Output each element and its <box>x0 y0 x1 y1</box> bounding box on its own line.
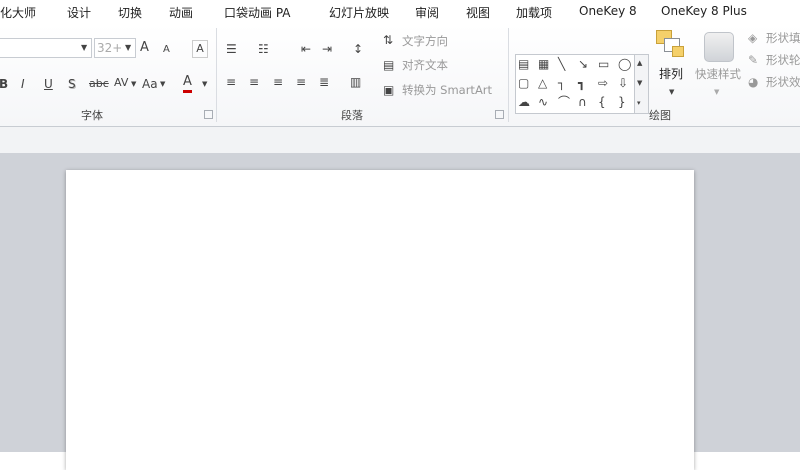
ribbon: ▼ 32+ ▼ A A A B I U S abc AV ▼ Aa ▼ A ▼ … <box>0 24 800 127</box>
arrow-line-shape[interactable]: ↘ <box>578 56 588 72</box>
effects-icon: ◕ <box>748 75 759 89</box>
text-box-shape[interactable]: ▤ <box>518 56 529 72</box>
columns-icon[interactable]: ▥ <box>350 74 361 90</box>
font-name-combo[interactable]: ▼ <box>0 38 92 58</box>
tab-pocket-animation[interactable]: 口袋动画 PA <box>224 4 291 21</box>
drawing-group-label: 绘图 <box>649 109 671 122</box>
chevron-down-icon: ▼ <box>160 80 166 88</box>
cloud-shape[interactable]: ☁ <box>518 94 530 110</box>
tab-animations[interactable]: 动画 <box>169 4 193 21</box>
ribbon-bottom-gap <box>0 127 800 153</box>
oval-shape[interactable]: ◯ <box>618 56 631 72</box>
font-color-button[interactable]: A <box>183 74 192 93</box>
right-arrow-shape[interactable]: ⇨ <box>598 75 608 91</box>
text-direction-button[interactable]: 文字方向 <box>402 33 448 49</box>
tab-beautify-master[interactable]: 美化大师 <box>0 4 36 21</box>
dialog-launcher-icon[interactable] <box>495 110 504 119</box>
align-text-icon: ▤ <box>383 58 395 72</box>
triangle-shape[interactable]: △ <box>538 75 547 91</box>
bullets-icon[interactable]: ☰ <box>226 41 237 57</box>
char-spacing-button[interactable]: AV <box>114 75 128 91</box>
more-icon[interactable]: ▾ <box>637 95 641 111</box>
align-left-icon[interactable]: ≡ <box>226 74 236 90</box>
justify-icon[interactable]: ≡ <box>296 74 306 90</box>
arrange-icon <box>656 30 686 60</box>
rounded-rect-shape[interactable]: ▢ <box>518 75 529 91</box>
tab-review[interactable]: 审阅 <box>415 4 439 21</box>
tab-view[interactable]: 视图 <box>466 4 490 21</box>
scroll-down-icon[interactable]: ▼ <box>637 75 642 91</box>
shape-outline-button[interactable]: 形状轮 <box>766 52 800 68</box>
convert-smartart-button[interactable]: 转换为 SmartArt <box>402 82 492 98</box>
increase-indent-icon[interactable]: ⇥ <box>322 41 332 57</box>
chevron-down-icon: ▼ <box>714 88 720 96</box>
outline-icon: ✎ <box>748 53 759 67</box>
elbow-arrow-shape[interactable]: ┓ <box>578 75 585 91</box>
quick-styles-button[interactable]: 快速样式 <box>695 66 741 82</box>
center-icon[interactable]: ≡ <box>249 74 259 90</box>
arc-shape[interactable]: ∩ <box>578 94 587 110</box>
right-brace-shape[interactable]: } <box>618 94 626 110</box>
distributed-icon[interactable]: ≣ <box>319 74 329 90</box>
grow-font-icon[interactable]: A <box>140 40 149 56</box>
change-case-button[interactable]: Aa <box>142 76 158 92</box>
tab-slideshow[interactable]: 幻灯片放映 <box>329 4 389 21</box>
decrease-indent-icon[interactable]: ⇤ <box>301 41 311 57</box>
shape-effects-button[interactable]: 形状效 <box>766 74 800 90</box>
line-spacing-icon[interactable]: ↕ <box>353 41 363 57</box>
numbering-icon[interactable]: ☷ <box>258 41 269 57</box>
smartart-icon: ▣ <box>383 83 395 97</box>
chevron-down-icon: ▼ <box>131 80 137 88</box>
align-right-icon[interactable]: ≡ <box>273 74 283 90</box>
tab-transitions[interactable]: 切换 <box>118 4 142 21</box>
clear-format-icon[interactable]: A <box>192 40 208 58</box>
font-group-label: 字体 <box>81 109 103 122</box>
shrink-font-icon[interactable]: A <box>163 42 170 58</box>
shadow-button[interactable]: S <box>68 76 76 92</box>
elbow-connector-shape[interactable]: ┐ <box>558 75 565 91</box>
underline-button[interactable]: U <box>44 76 53 92</box>
vertical-text-box-shape[interactable]: ▦ <box>538 56 549 72</box>
tab-onekey8[interactable]: OneKey 8 <box>579 4 637 18</box>
curve-shape[interactable]: ⌒ <box>558 94 570 110</box>
quick-styles-icon <box>704 32 734 62</box>
shape-gallery[interactable]: ▤ ▦ ╲ ↘ ▭ ◯ ▢ △ ┐ ┓ ⇨ ⇩ ☁ ∿ ⌒ ∩ { } <box>515 54 637 114</box>
chevron-down-icon: ▼ <box>202 80 208 88</box>
align-text-button[interactable]: 对齐文本 <box>402 57 448 73</box>
strikethrough-button[interactable]: abc <box>89 76 109 92</box>
freeform-shape[interactable]: ∿ <box>538 94 548 110</box>
italic-button[interactable]: I <box>21 76 25 92</box>
chevron-down-icon: ▼ <box>669 88 675 96</box>
paragraph-group-label: 段落 <box>341 109 363 122</box>
tab-onekey8-plus[interactable]: OneKey 8 Plus <box>661 4 747 18</box>
chevron-down-icon: ▼ <box>125 43 132 52</box>
tab-addins[interactable]: 加载项 <box>516 4 552 21</box>
text-direction-icon: ⇅ <box>383 33 394 47</box>
dialog-launcher-icon[interactable] <box>204 110 213 119</box>
bold-button[interactable]: B <box>0 76 8 92</box>
rectangle-shape[interactable]: ▭ <box>598 56 609 72</box>
left-brace-shape[interactable]: { <box>598 94 606 110</box>
shape-fill-button[interactable]: 形状填 <box>766 30 800 46</box>
shape-gallery-scrollbar[interactable]: ▲ ▼ ▾ <box>634 54 649 114</box>
line-shape[interactable]: ╲ <box>558 56 565 72</box>
font-size-combo[interactable]: 32+ ▼ <box>94 38 136 58</box>
fill-icon: ◈ <box>748 31 758 45</box>
group-divider <box>508 28 509 122</box>
arrange-button[interactable]: 排列 <box>659 66 683 82</box>
scroll-up-icon[interactable]: ▲ <box>637 55 642 71</box>
slide-canvas[interactable] <box>66 170 694 470</box>
font-size-value: 32+ <box>97 41 123 55</box>
group-divider <box>216 28 217 122</box>
menu-tab-bar: 美化大师 设计 切换 动画 口袋动画 PA 幻灯片放映 审阅 视图 加载项 On… <box>0 0 800 25</box>
tab-design[interactable]: 设计 <box>67 4 91 21</box>
chevron-down-icon: ▼ <box>81 43 88 52</box>
down-arrow-shape[interactable]: ⇩ <box>618 75 628 91</box>
